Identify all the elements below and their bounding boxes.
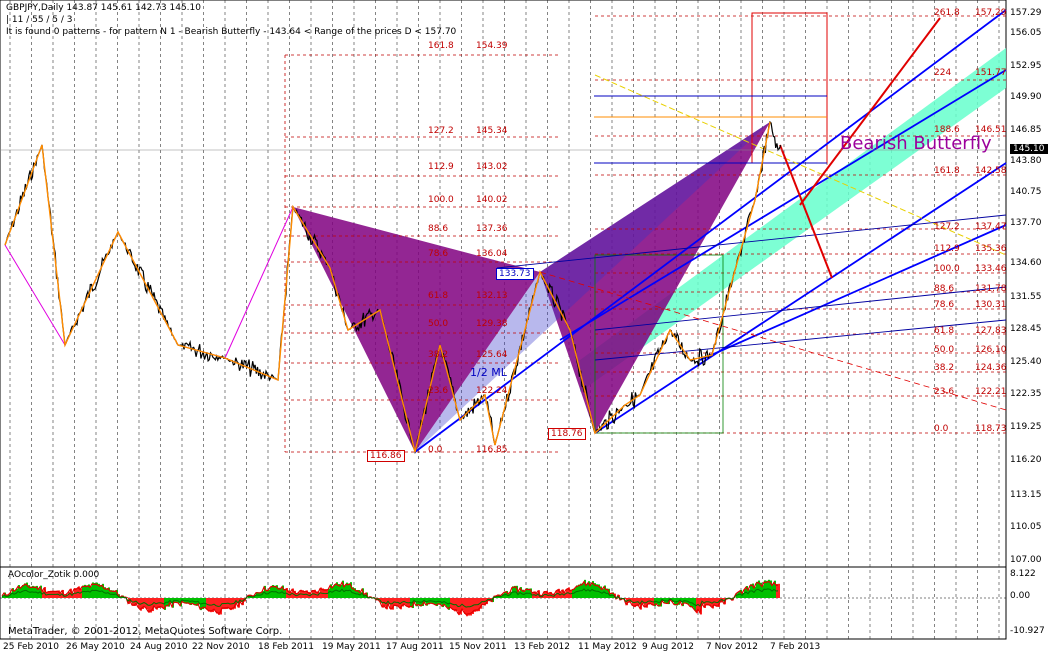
- current-price-badge: 145.10: [1010, 144, 1048, 154]
- price-axis-label: 107.00: [1010, 555, 1042, 565]
- time-axis-label: 7 Nov 2012: [706, 642, 758, 652]
- fib-ratio: 61.8: [934, 326, 955, 336]
- price-axis-label: 119.25: [1010, 422, 1042, 432]
- median-line-label: 1/2 ML: [470, 366, 507, 379]
- fib-price: 133.46: [975, 264, 1007, 274]
- fib-price: 116.85: [476, 445, 508, 455]
- price-axis-label: 140.75: [1010, 187, 1042, 197]
- osc-axis-label: 0.00: [1010, 591, 1031, 601]
- fib-price: 129.38: [476, 319, 508, 329]
- pattern-name-label: Bearish Butterfly: [840, 133, 992, 154]
- point-c-price: 118.76: [548, 428, 586, 440]
- fib-price: 142.58: [975, 166, 1007, 176]
- price-axis-label: 110.05: [1010, 522, 1042, 532]
- price-axis-label: 116.20: [1010, 455, 1042, 465]
- chart-header-symbol: GBPJPY,Daily 143.87 145.61 142.73 145.10: [6, 3, 201, 13]
- fib-price: 140.02: [476, 195, 508, 205]
- fib-price: 135.36: [975, 244, 1007, 254]
- time-axis-label: 15 Nov 2011: [449, 642, 507, 652]
- fib-price: 122.24: [476, 386, 508, 396]
- fib-price: 122.21: [975, 387, 1007, 397]
- time-axis-label: 13 Feb 2012: [514, 642, 571, 652]
- fib-ratio: 23.6: [428, 386, 449, 396]
- fib-ratio: 100.0: [934, 264, 960, 274]
- fib-ratio: 224: [934, 68, 952, 78]
- fib-price: 145.34: [476, 126, 508, 136]
- fib-ratio: 88.6: [934, 284, 955, 294]
- fib-ratio: 38.2: [934, 363, 955, 373]
- fib-price: 127.83: [975, 326, 1007, 336]
- time-axis-label: 9 Aug 2012: [642, 642, 694, 652]
- time-axis-label: 25 Feb 2010: [3, 642, 60, 652]
- fib-ratio: 100.0: [428, 195, 454, 205]
- time-axis-label: 11 May 2012: [578, 642, 637, 652]
- fib-ratio: 78.6: [934, 300, 955, 310]
- time-axis-label: 26 May 2010: [66, 642, 125, 652]
- fib-price: 136.04: [476, 249, 508, 259]
- fib-price: 151.77: [975, 68, 1007, 78]
- time-axis-label: 22 Nov 2010: [192, 642, 250, 652]
- fib-ratio: 50.0: [428, 319, 449, 329]
- fib-price: 154.39: [476, 41, 508, 51]
- fib-price: 125.64: [476, 350, 508, 360]
- fib-ratio: 261.8: [934, 8, 960, 18]
- time-axis-label: 17 Aug 2011: [386, 642, 444, 652]
- oscillator-label: AOcolor_Zotik 0.000: [8, 570, 100, 580]
- price-axis-label: 157.29: [1010, 8, 1042, 18]
- fib-price: 132.13: [476, 291, 508, 301]
- fib-ratio: 88.6: [428, 224, 449, 234]
- fib-price: 143.02: [476, 162, 508, 172]
- osc-axis-label: -10.927: [1010, 626, 1045, 636]
- fib-ratio: 61.8: [428, 291, 449, 301]
- fib-ratio: 112.9: [428, 162, 454, 172]
- fib-ratio: 112.9: [934, 244, 960, 254]
- price-axis-label: 143.80: [1010, 156, 1042, 166]
- price-axis-label: 156.05: [1010, 28, 1042, 38]
- price-axis-label: 113.15: [1010, 490, 1042, 500]
- time-axis-label: 24 Aug 2010: [130, 642, 188, 652]
- price-axis-label: 131.55: [1010, 292, 1042, 302]
- point-x-price: 116.86: [367, 450, 405, 462]
- price-axis-label: 122.35: [1010, 389, 1042, 399]
- osc-axis-label: 8.122: [1010, 569, 1036, 579]
- price-axis-label: 146.85: [1010, 125, 1042, 135]
- fib-ratio: 0.0: [428, 445, 443, 455]
- time-axis-label: 7 Feb 2013: [770, 642, 821, 652]
- fib-price: 124.36: [975, 363, 1007, 373]
- fib-ratio: 161.8: [428, 41, 454, 51]
- fib-price: 126.10: [975, 345, 1007, 355]
- price-axis-label: 137.70: [1010, 218, 1042, 228]
- fib-price: 157.29: [975, 8, 1007, 18]
- fib-price: 137.36: [476, 224, 508, 234]
- price-axis-label: 152.95: [1010, 61, 1042, 71]
- fib-ratio: 127.2: [934, 222, 960, 232]
- chart-canvas[interactable]: [0, 0, 1048, 655]
- fib-ratio: 0.0: [934, 424, 949, 434]
- fib-ratio: 161.8: [934, 166, 960, 176]
- fib-ratio: 38.2: [428, 350, 449, 360]
- chart-header-status: It is found 0 patterns - for pattern N 1…: [6, 27, 457, 37]
- time-axis-label: 18 Feb 2011: [258, 642, 315, 652]
- osc-bar: [778, 583, 780, 598]
- fib-ratio: 78.6: [428, 249, 449, 259]
- fib-price: 118.73: [975, 424, 1007, 434]
- price-axis-label: 149.90: [1010, 92, 1042, 102]
- price-axis-label: 134.60: [1010, 258, 1042, 268]
- point-b-price: 133.73: [496, 268, 534, 280]
- price-axis-label: 125.40: [1010, 357, 1042, 367]
- fib-ratio: 50.0: [934, 345, 955, 355]
- chart-header-params: | 11 / 55 / 5 / 3: [6, 15, 73, 25]
- time-axis-label: 19 May 2011: [322, 642, 381, 652]
- fib-ratio: 127.2: [428, 126, 454, 136]
- fib-price: 137.47: [975, 222, 1007, 232]
- price-axis-label: 128.45: [1010, 324, 1042, 334]
- fib-price: 131.78: [975, 284, 1007, 294]
- fib-ratio: 23.6: [934, 387, 955, 397]
- fib-price: 130.31: [975, 300, 1007, 310]
- copyright-footer: MetaTrader, © 2001-2012, MetaQuotes Soft…: [8, 626, 283, 637]
